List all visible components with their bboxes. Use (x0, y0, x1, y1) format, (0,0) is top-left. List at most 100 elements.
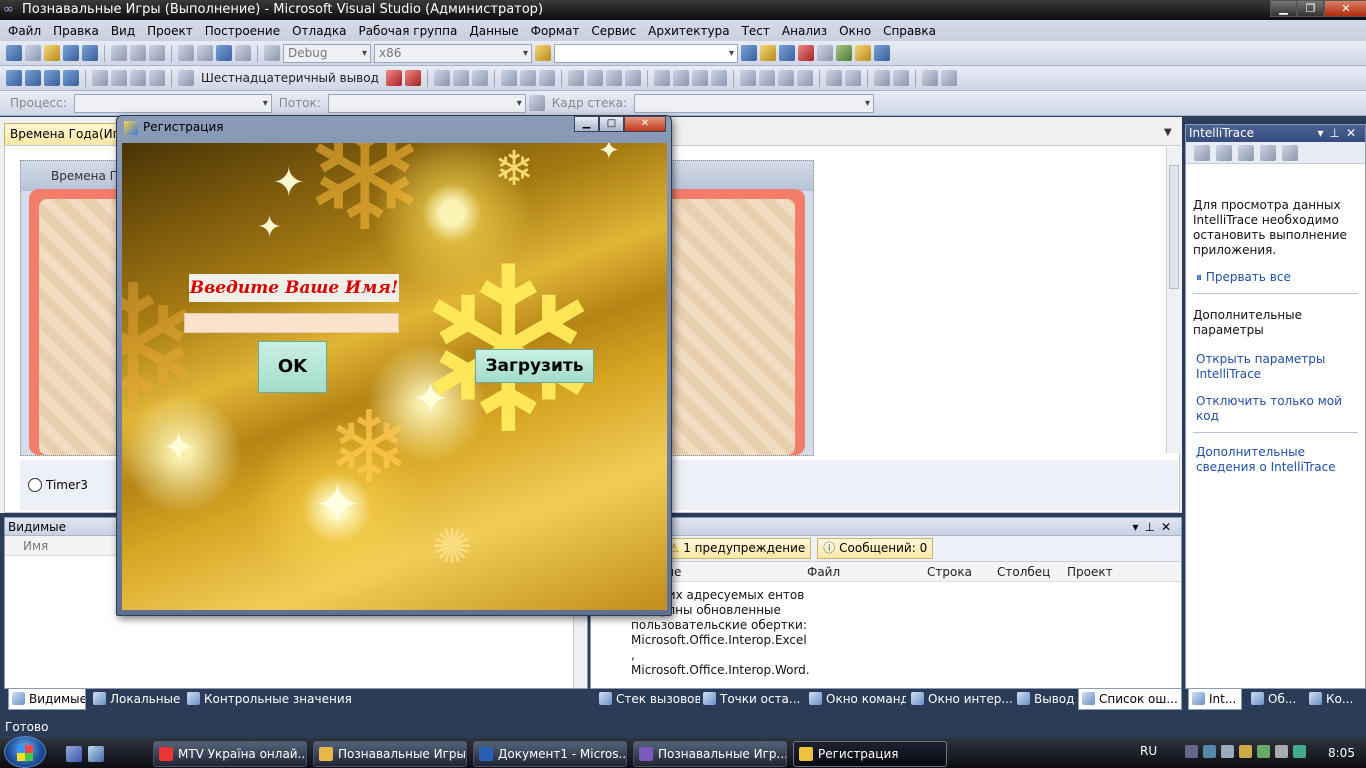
more-info-link[interactable]: Дополнительные сведения о IntelliTrace (1186, 445, 1356, 475)
navigate-backward-icon[interactable] (216, 45, 232, 61)
messages-filter-button[interactable]: ⓘ Сообщений: 0 (817, 538, 934, 559)
find-combo[interactable] (554, 43, 738, 63)
warnings-filter-button[interactable]: ⚠ 1 предупреждение (662, 538, 812, 559)
center-vertically-icon[interactable] (844, 70, 861, 86)
name-input[interactable] (184, 313, 399, 333)
quick-watch-icon[interactable] (178, 70, 194, 86)
tab-intellitrace[interactable]: Int... (1188, 689, 1242, 710)
show-desktop-icon[interactable] (66, 746, 82, 762)
start-button[interactable] (4, 736, 46, 768)
start-page-icon[interactable] (836, 45, 852, 61)
make-same-size-icon[interactable] (605, 70, 622, 86)
tab-immediate[interactable]: Окно интер... (908, 689, 1012, 710)
menu-edit[interactable]: Правка (47, 24, 105, 38)
breakpoints-icon[interactable] (404, 70, 421, 86)
col-project[interactable]: Проект (1067, 562, 1113, 582)
paste-icon[interactable] (149, 45, 165, 61)
dialog-close-button[interactable]: ✕ (624, 116, 666, 132)
step-over-icon[interactable] (130, 70, 146, 86)
tray-vs-icon[interactable] (1203, 745, 1216, 758)
pane-controls[interactable]: ▾⊥✕ (1132, 518, 1177, 536)
object-browser-icon[interactable] (779, 45, 795, 61)
step-out-icon[interactable] (149, 70, 165, 86)
vertical-spacing-increase-icon[interactable] (758, 70, 775, 86)
col-line[interactable]: Строка (927, 562, 972, 582)
show-next-statement-icon[interactable] (92, 70, 108, 86)
tray-shield-icon[interactable] (1239, 745, 1252, 758)
task-word-document[interactable]: Документ1 - Micros... (473, 741, 627, 767)
menu-format[interactable]: Формат (525, 24, 586, 38)
break-all-link[interactable]: ⏸ Прервать все (1186, 270, 1365, 285)
tab-call-stack[interactable]: Стек вызовов (596, 689, 700, 710)
hex-display-button[interactable]: Шестнадцатеричный вывод (197, 71, 383, 85)
make-same-height-icon[interactable] (586, 70, 603, 86)
menu-test[interactable]: Тест (736, 24, 776, 38)
close-button[interactable]: ✕ (1324, 0, 1366, 17)
horizontal-spacing-increase-icon[interactable] (672, 70, 689, 86)
find-in-files-icon[interactable] (535, 45, 551, 61)
tab-solution-explorer[interactable]: Об... (1248, 689, 1304, 710)
tab-class-view[interactable]: Ко... (1306, 689, 1364, 710)
menu-architecture[interactable]: Архитектура (642, 24, 735, 38)
save-icon[interactable] (63, 45, 79, 61)
horizontal-spacing-decrease-icon[interactable] (691, 70, 708, 86)
tray-volume-icon[interactable] (1293, 745, 1306, 758)
menu-analyze[interactable]: Анализ (776, 24, 833, 38)
bring-to-front-icon[interactable] (873, 70, 890, 86)
command-window-icon[interactable] (874, 45, 890, 61)
task-registration[interactable]: Регистрация (793, 741, 947, 767)
toggle-flag-icon[interactable] (528, 95, 545, 111)
restart-icon[interactable] (63, 70, 79, 86)
tray-network-icon[interactable] (1185, 745, 1198, 758)
align-middles-icon[interactable] (519, 70, 536, 86)
vertical-spacing-decrease-icon[interactable] (777, 70, 794, 86)
tab-order-icon[interactable] (921, 70, 938, 86)
exceptions-icon[interactable] (385, 70, 402, 86)
load-button[interactable]: Загрузить (475, 349, 594, 383)
properties-icon[interactable] (760, 45, 776, 61)
make-same-width-icon[interactable] (567, 70, 584, 86)
solution-config-select[interactable]: Debug (283, 43, 371, 63)
send-to-back-icon[interactable] (892, 70, 909, 86)
add-item-icon[interactable] (25, 45, 41, 61)
extension-manager-icon[interactable] (855, 45, 871, 61)
menu-project[interactable]: Проект (141, 24, 199, 38)
show-events-icon[interactable] (1194, 144, 1210, 161)
col-column[interactable]: Столбец (997, 562, 1050, 582)
language-indicator[interactable]: RU (1140, 744, 1157, 758)
timer3-component[interactable]: Timer3 (28, 478, 88, 492)
start-debug-icon[interactable] (264, 45, 280, 61)
col-file[interactable]: Файл (807, 562, 840, 582)
align-rights-icon[interactable] (471, 70, 488, 86)
thread-select[interactable] (327, 93, 526, 113)
align-tops-icon[interactable] (500, 70, 517, 86)
navigate-forward-icon[interactable] (235, 45, 251, 61)
minimize-button[interactable]: ▁ (1270, 0, 1297, 17)
undo-icon[interactable] (178, 45, 194, 61)
save-all-icon[interactable] (82, 45, 98, 61)
menu-build[interactable]: Построение (199, 24, 286, 38)
task-opera-mtv[interactable]: MTV Україна онлай... (153, 741, 307, 767)
calls-view-icon[interactable] (1238, 144, 1254, 161)
cut-icon[interactable] (111, 45, 127, 61)
dialog-maximize-button[interactable]: □ (599, 116, 624, 132)
menu-tools[interactable]: Сервис (585, 24, 642, 38)
align-lefts-icon[interactable] (433, 70, 450, 86)
tab-locals[interactable]: Локальные (90, 689, 180, 710)
horizontal-spacing-remove-icon[interactable] (710, 70, 727, 86)
doc-vertical-scrollbar[interactable] (1166, 147, 1180, 453)
tray-clock[interactable]: 8:05 (1328, 746, 1355, 760)
restore-button[interactable]: ❐ (1297, 0, 1324, 17)
tab-command-window[interactable]: Окно команд (806, 689, 906, 710)
align-bottoms-icon[interactable] (538, 70, 555, 86)
step-into-icon[interactable] (111, 70, 127, 86)
menu-help[interactable]: Справка (877, 24, 942, 38)
tab-breakpoints[interactable]: Точки оста... (700, 689, 804, 710)
redo-icon[interactable] (197, 45, 213, 61)
tray-signal-icon[interactable] (1257, 745, 1270, 758)
menu-view[interactable]: Вид (105, 24, 141, 38)
tab-watch1[interactable]: Контрольные значения 1 (184, 689, 354, 710)
toolbox-icon[interactable] (798, 45, 814, 61)
copy-icon[interactable] (130, 45, 146, 61)
search-history-icon[interactable] (1260, 144, 1276, 161)
